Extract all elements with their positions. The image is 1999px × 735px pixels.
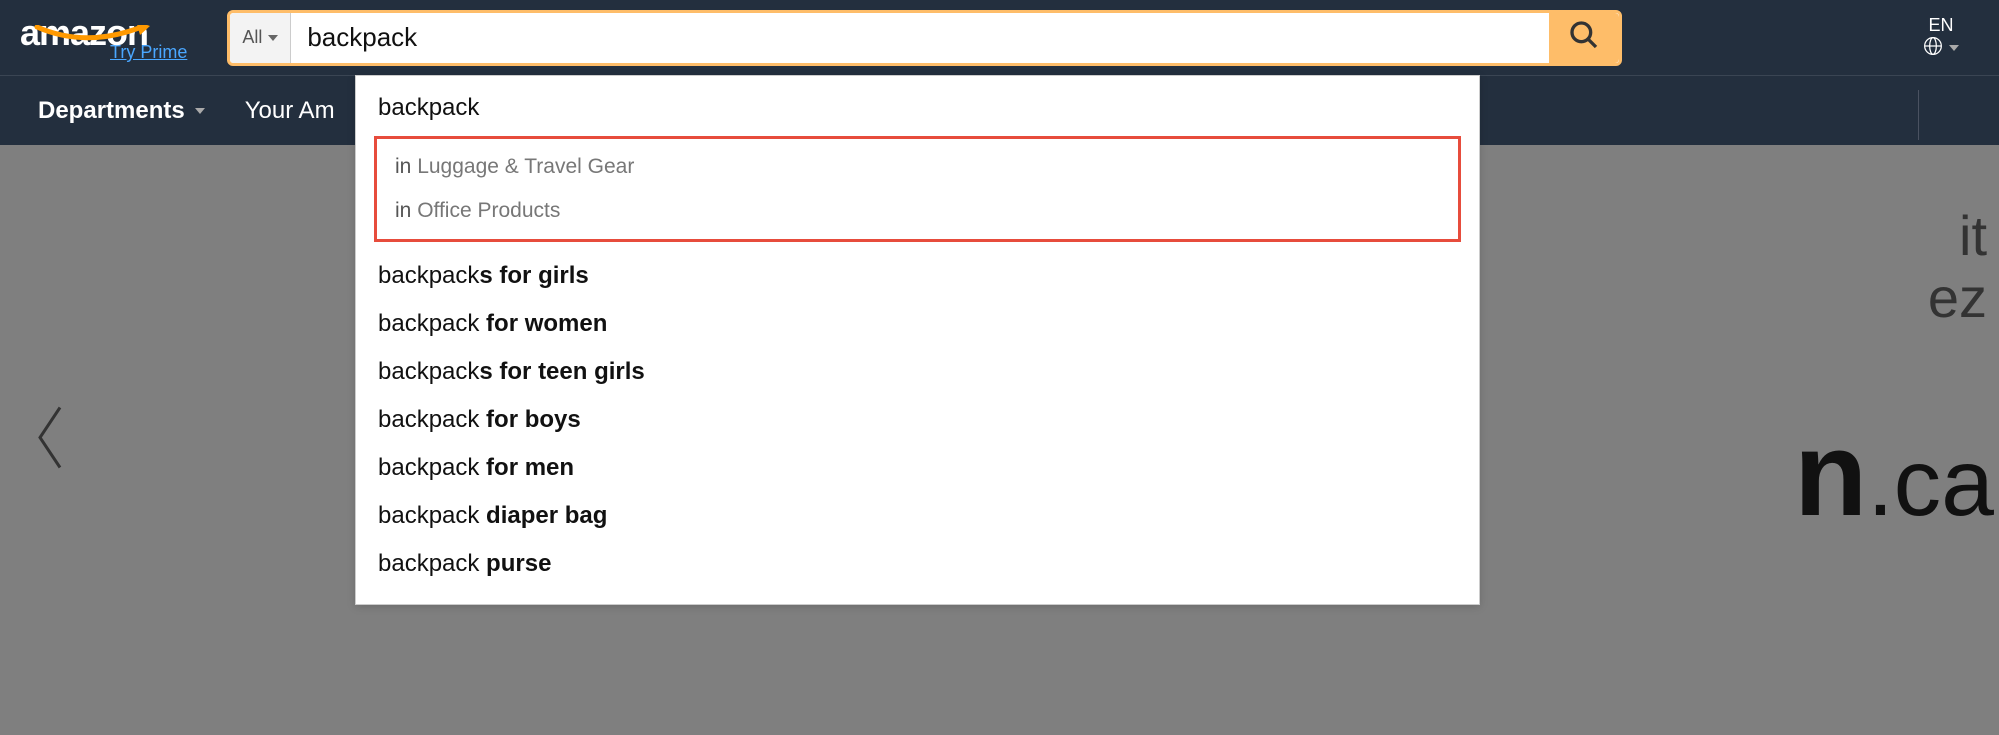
search-icon	[1568, 19, 1600, 56]
hero-text-fragment: it ez	[1928, 205, 1987, 328]
departments-menu[interactable]: Departments	[38, 97, 205, 125]
suggestion-item[interactable]: backpack for men	[356, 444, 1479, 492]
departments-label: Departments	[38, 97, 185, 125]
top-nav: amazon Try Prime All EN	[0, 0, 1999, 75]
carousel-prev-arrow[interactable]	[30, 398, 70, 483]
search-suggestions-dropdown: backpack in Luggage & Travel Gear in Off…	[355, 75, 1480, 605]
suggestion-item[interactable]: backpacks for teen girls	[356, 348, 1479, 396]
suggestion-item[interactable]: backpack for women	[356, 300, 1479, 348]
category-suggestions-highlight: in Luggage & Travel Gear in Office Produ…	[374, 136, 1461, 242]
logo-area[interactable]: amazon Try Prime	[20, 12, 187, 63]
search-category-label: All	[242, 27, 262, 48]
suggestion-item[interactable]: backpack purse	[356, 540, 1479, 588]
search-bar: All	[227, 10, 1622, 66]
globe-icon	[1923, 36, 1943, 61]
caret-down-icon	[268, 35, 278, 41]
suggestion-item[interactable]: backpack	[356, 84, 1479, 132]
your-amazon-link[interactable]: Your Am	[245, 97, 335, 125]
suggestion-item[interactable]: backpacks for girls	[356, 252, 1479, 300]
nav-divider	[1918, 90, 1919, 140]
caret-down-icon	[195, 108, 205, 114]
category-suggestion[interactable]: in Luggage & Travel Gear	[377, 145, 1458, 189]
suggestion-item[interactable]: backpack for boys	[356, 396, 1479, 444]
search-category-dropdown[interactable]: All	[230, 13, 291, 63]
suggestion-item[interactable]: backpack diaper bag	[356, 492, 1479, 540]
language-selector[interactable]: EN	[1903, 15, 1979, 61]
amazon-logo[interactable]: amazon	[20, 12, 148, 54]
search-input[interactable]	[291, 13, 1549, 63]
hero-brand-fragment: n.ca	[1794, 405, 1994, 543]
caret-down-icon	[1949, 45, 1959, 51]
category-suggestion[interactable]: in Office Products	[377, 189, 1458, 233]
amazon-smile-icon	[32, 25, 152, 52]
language-code: EN	[1928, 15, 1953, 36]
search-button[interactable]	[1549, 13, 1619, 63]
